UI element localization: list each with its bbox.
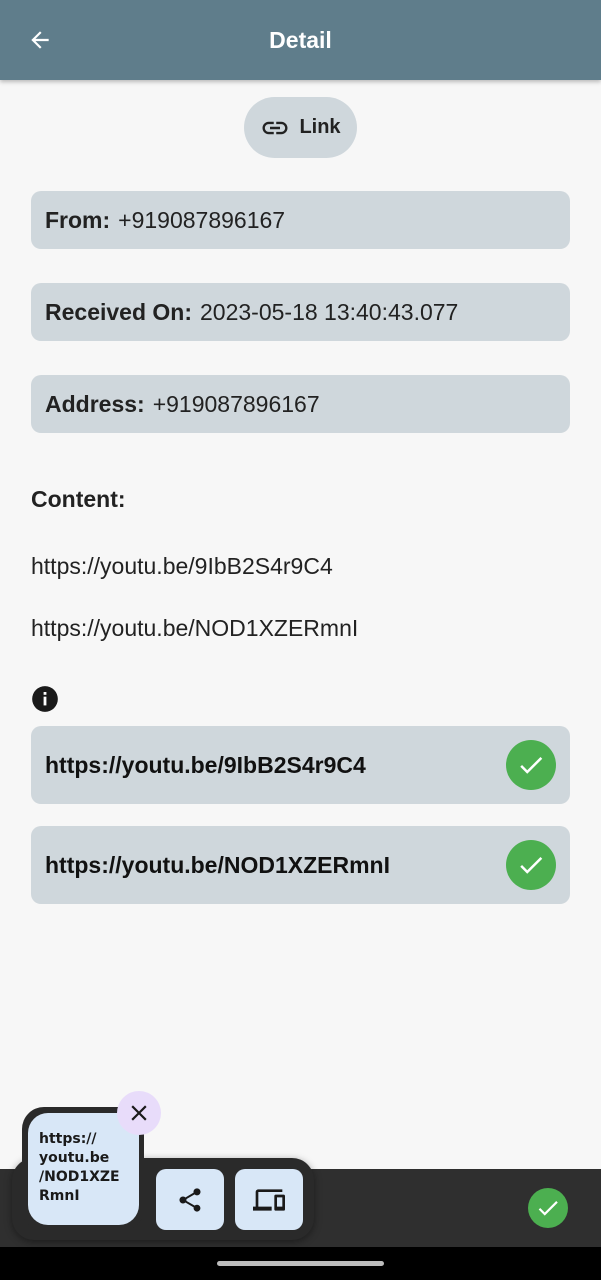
clipboard-line: RmnI: [39, 1188, 80, 1204]
system-nav-bar: [0, 1247, 601, 1280]
check-icon: [520, 856, 543, 874]
devices-icon: [253, 1188, 285, 1211]
clipboard-line: https://: [39, 1131, 97, 1147]
content-line: https://youtu.be/NOD1XZERmnI: [31, 615, 359, 641]
clipboard-preview[interactable]: https:// youtu.be /NOD1XZE RmnI: [28, 1113, 139, 1225]
chip-label: Link: [299, 116, 341, 138]
from-value: +919087896167: [118, 206, 286, 233]
address-label: Address:: [45, 390, 145, 417]
close-icon: [131, 1105, 147, 1121]
link-url: https://youtu.be/NOD1XZERmnI: [45, 851, 390, 878]
content-line: https://youtu.be/9IbB2S4r9C4: [31, 553, 333, 579]
check-icon: [538, 1201, 558, 1216]
check-button[interactable]: [506, 740, 556, 790]
page-title: Detail: [269, 27, 332, 53]
share-icon: [179, 1187, 201, 1212]
devices-button[interactable]: [235, 1169, 303, 1230]
address-value: +919087896167: [152, 390, 320, 417]
content-label: Content:: [31, 486, 126, 512]
received-card: Received On: 2023-05-18 13:40:43.077: [31, 283, 570, 341]
link-card[interactable]: https://youtu.be/NOD1XZERmnI: [31, 826, 570, 904]
type-chip[interactable]: Link: [244, 97, 357, 158]
check-icon: [520, 756, 543, 774]
received-value: 2023-05-18 13:40:43.077: [200, 298, 459, 325]
link-card[interactable]: https://youtu.be/9IbB2S4r9C4: [31, 726, 570, 804]
done-button[interactable]: [528, 1188, 568, 1228]
clipboard-line: /NOD1XZE: [39, 1169, 120, 1185]
from-card: From: +919087896167: [31, 191, 570, 249]
clipboard-line: youtu.be: [39, 1150, 110, 1166]
link-icon: [262, 121, 288, 134]
home-gesture-handle[interactable]: [217, 1261, 384, 1266]
received-label: Received On:: [45, 298, 192, 325]
check-button[interactable]: [506, 840, 556, 890]
link-url: https://youtu.be/9IbB2S4r9C4: [45, 751, 366, 778]
app-bar: Detail: [0, 0, 601, 80]
address-card: Address: +919087896167: [31, 375, 570, 433]
close-button[interactable]: [117, 1091, 161, 1135]
from-label: From:: [45, 206, 111, 233]
share-button[interactable]: [156, 1169, 224, 1230]
info-icon[interactable]: [31, 685, 59, 713]
